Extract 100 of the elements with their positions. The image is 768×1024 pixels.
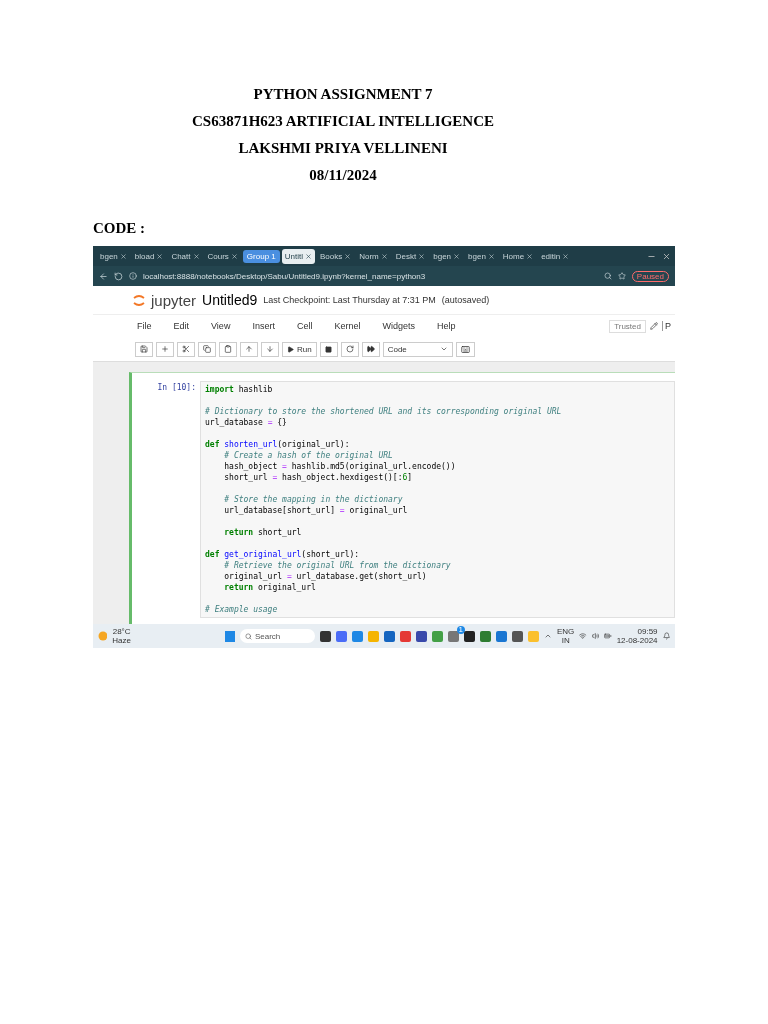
browser-tab[interactable]: Books	[317, 248, 355, 264]
kernel-indicator[interactable]: P	[662, 321, 671, 331]
browser-tab[interactable]: Untitl	[281, 248, 315, 264]
browser-tab[interactable]: editin	[538, 248, 573, 264]
code-line: return original_url	[223, 582, 317, 593]
copy-icon	[203, 345, 211, 353]
menu-item[interactable]: View	[211, 321, 231, 331]
code-line: hash_object = hashlib.md5(original_url.encode())	[223, 461, 457, 472]
close-icon[interactable]	[230, 252, 238, 260]
trusted-indicator[interactable]: Trusted	[609, 319, 646, 333]
menu-item[interactable]: Insert	[252, 321, 275, 331]
menu-item[interactable]: File	[137, 321, 152, 331]
checkpoint-text: Last Checkpoint: Last Thursday at 7:31 PM	[263, 295, 436, 305]
close-icon[interactable]	[344, 252, 352, 260]
clipboard-icon	[224, 345, 232, 353]
chevron-down-icon	[439, 345, 448, 353]
menu-item[interactable]: Edit	[173, 321, 190, 331]
cell-type-select[interactable]: Code	[382, 341, 453, 357]
close-icon[interactable]	[453, 252, 461, 260]
language-indicator[interactable]: ENG IN	[557, 627, 575, 645]
close-icon[interactable]	[662, 251, 671, 261]
plus-icon	[161, 345, 169, 353]
toolbar-button[interactable]	[177, 341, 195, 357]
search-icon[interactable]	[603, 272, 612, 280]
arrow-down-icon	[266, 345, 274, 353]
pencil-icon[interactable]	[650, 322, 658, 330]
address-bar[interactable]: localhost:8888/notebooks/Desktop/Sabu/Untitled9.ipynb?kernel_name=python3	[143, 271, 598, 281]
code-line: url_database[short_url] = original_url	[223, 505, 409, 516]
save-icon	[140, 345, 148, 353]
browser-tab[interactable]: Home	[499, 248, 537, 264]
code-line: url_database = {}	[205, 417, 288, 428]
run-button[interactable]: Run	[282, 341, 317, 357]
browser-tab[interactable]: Cours	[204, 248, 241, 264]
close-icon[interactable]	[305, 252, 312, 260]
browser-tab[interactable]: Chatt	[168, 248, 203, 264]
code-line: return short_url	[223, 527, 303, 538]
toolbar-button[interactable]	[135, 341, 153, 357]
close-icon[interactable]	[487, 252, 495, 260]
search-field[interactable]: Search	[239, 629, 315, 643]
close-icon[interactable]	[526, 252, 534, 260]
keyboard-button[interactable]	[455, 341, 475, 357]
play-icon	[287, 345, 294, 353]
code-line: import hashlib	[205, 384, 274, 395]
app-icon[interactable]	[320, 630, 331, 642]
restart-button[interactable]	[340, 341, 359, 357]
browser-tab[interactable]: bgen	[430, 248, 464, 264]
back-icon[interactable]	[99, 271, 108, 281]
menu-item[interactable]: Kernel	[334, 321, 361, 331]
weather-icon	[98, 631, 108, 641]
jupyter-logo-text: jupyter	[151, 291, 197, 309]
wifi-icon[interactable]	[579, 632, 587, 640]
document-title: LAKSHMI PRIYA VELLINENI	[238, 140, 448, 157]
app-icon[interactable]	[464, 630, 475, 642]
search-icon	[244, 632, 252, 640]
code-cell[interactable]	[129, 372, 675, 624]
menu-item[interactable]: Help	[436, 321, 456, 331]
weather-text: 28°C Haze	[112, 627, 131, 645]
notification-badge: 1	[456, 625, 465, 634]
document-title: CS63871H623 ARTIFICIAL INTELLIGENCE	[191, 113, 494, 130]
stop-button[interactable]	[319, 341, 338, 357]
code-line: # Example usage	[205, 604, 279, 615]
code-line: def get_original_url(short_url):	[205, 549, 361, 560]
toolbar-button[interactable]	[198, 341, 216, 357]
code-editor[interactable]	[200, 381, 675, 618]
section-label: CODE :	[93, 220, 146, 237]
volume-icon[interactable]	[591, 632, 600, 640]
menu-item[interactable]: Cell	[296, 321, 313, 331]
restart-icon	[345, 345, 354, 353]
run-all-button[interactable]	[361, 341, 380, 357]
autosave-status: (autosaved)	[441, 295, 490, 305]
clock[interactable]: 09:59 12-08-2024	[616, 627, 658, 645]
info-icon	[129, 272, 137, 280]
battery-icon[interactable]	[604, 632, 612, 640]
toolbar-button[interactable]	[219, 341, 237, 357]
bell-icon[interactable]	[662, 632, 670, 640]
close-icon[interactable]	[562, 252, 570, 260]
close-icon[interactable]	[119, 252, 127, 260]
code-line: # Store the mapping in the dictionary	[223, 494, 404, 505]
jupyter-logo-icon	[133, 293, 145, 307]
browser-tab[interactable]: Norm	[356, 248, 391, 264]
notebook-name[interactable]: Untitled9	[202, 292, 258, 308]
browser-tab[interactable]: Deskt	[392, 248, 429, 264]
arrow-up-icon	[245, 345, 253, 353]
chevron-up-icon[interactable]	[544, 632, 552, 640]
menu-item[interactable]: Widgets	[382, 321, 415, 331]
document-title: 08/11/2024	[309, 167, 377, 184]
close-icon[interactable]	[418, 252, 426, 260]
app-icon[interactable]	[416, 630, 427, 642]
fast-forward-icon	[366, 345, 375, 353]
browser-tab[interactable]: bgen	[97, 248, 130, 264]
browser-tab[interactable]: bload	[131, 248, 167, 264]
close-icon[interactable]	[156, 252, 164, 260]
star-icon[interactable]	[617, 272, 626, 280]
code-line: # Retrieve the original URL from the dictionary	[223, 560, 452, 571]
close-icon[interactable]	[380, 252, 388, 260]
browser-tab[interactable]: bgen	[465, 248, 498, 264]
reload-icon[interactable]	[114, 271, 123, 281]
start-icon[interactable]	[224, 630, 235, 642]
app-icon[interactable]	[512, 630, 523, 642]
document-title: PYTHON ASSIGNMENT 7	[253, 86, 433, 103]
